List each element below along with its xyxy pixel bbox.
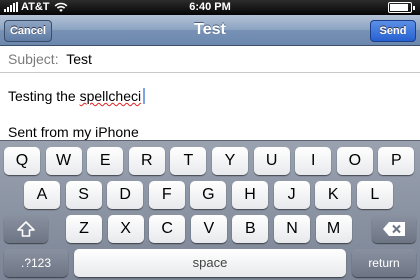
key-f[interactable]: F — [148, 181, 185, 209]
battery-icon — [388, 2, 415, 13]
key-z[interactable]: Z — [66, 215, 102, 243]
key-m[interactable]: M — [315, 215, 352, 243]
key-h[interactable]: H — [232, 181, 268, 209]
navigation-bar: Cancel Test Send — [0, 15, 420, 46]
shift-key[interactable] — [4, 215, 48, 243]
misspelled-word[interactable]: spellcheci — [80, 88, 141, 104]
status-bar: AT&T 6:40 PM — [0, 0, 420, 15]
body-text: Testing the — [8, 88, 80, 104]
subject-field[interactable]: Subject: Test — [0, 47, 420, 73]
key-c[interactable]: C — [149, 215, 186, 243]
signature: Sent from my iPhone — [8, 124, 139, 140]
key-r[interactable]: R — [128, 147, 165, 175]
key-l[interactable]: L — [356, 181, 393, 209]
key-s[interactable]: S — [65, 181, 102, 209]
send-button[interactable]: Send — [370, 20, 416, 42]
return-key[interactable]: return — [352, 249, 416, 277]
key-u[interactable]: U — [253, 147, 290, 175]
page-title: Test — [194, 21, 226, 38]
key-v[interactable]: V — [190, 215, 227, 243]
key-q[interactable]: Q — [4, 147, 40, 175]
key-x[interactable]: X — [107, 215, 144, 243]
key-w[interactable]: W — [45, 147, 82, 175]
body-text-line[interactable]: Testing the spellcheci — [8, 88, 146, 104]
key-n[interactable]: N — [274, 215, 310, 243]
key-g[interactable]: G — [190, 181, 227, 209]
keyboard: QWERTYUIOP ASDFGHJKL ZXCVBNM .?123 space… — [0, 140, 420, 280]
key-d[interactable]: D — [107, 181, 144, 209]
key-y[interactable]: Y — [212, 147, 248, 175]
delete-icon — [383, 222, 405, 236]
backspace-key[interactable] — [372, 215, 416, 243]
key-i[interactable]: I — [295, 147, 332, 175]
shift-arrow-icon — [17, 221, 35, 237]
space-key[interactable]: space — [74, 249, 346, 277]
text-cursor — [143, 88, 146, 104]
key-o[interactable]: O — [336, 147, 373, 175]
subject-value[interactable]: Test — [66, 51, 92, 67]
key-k[interactable]: K — [315, 181, 352, 209]
key-b[interactable]: B — [232, 215, 269, 243]
subject-label: Subject: — [8, 51, 59, 67]
key-p[interactable]: P — [378, 147, 415, 175]
key-a[interactable]: A — [24, 181, 60, 209]
numbers-key[interactable]: .?123 — [4, 249, 68, 277]
key-t[interactable]: T — [170, 147, 207, 175]
clock: 6:40 PM — [189, 1, 231, 13]
key-e[interactable]: E — [87, 147, 124, 175]
message-body[interactable]: Testing the spellcheci Sent from my iPho… — [0, 74, 420, 140]
key-j[interactable]: J — [273, 181, 310, 209]
